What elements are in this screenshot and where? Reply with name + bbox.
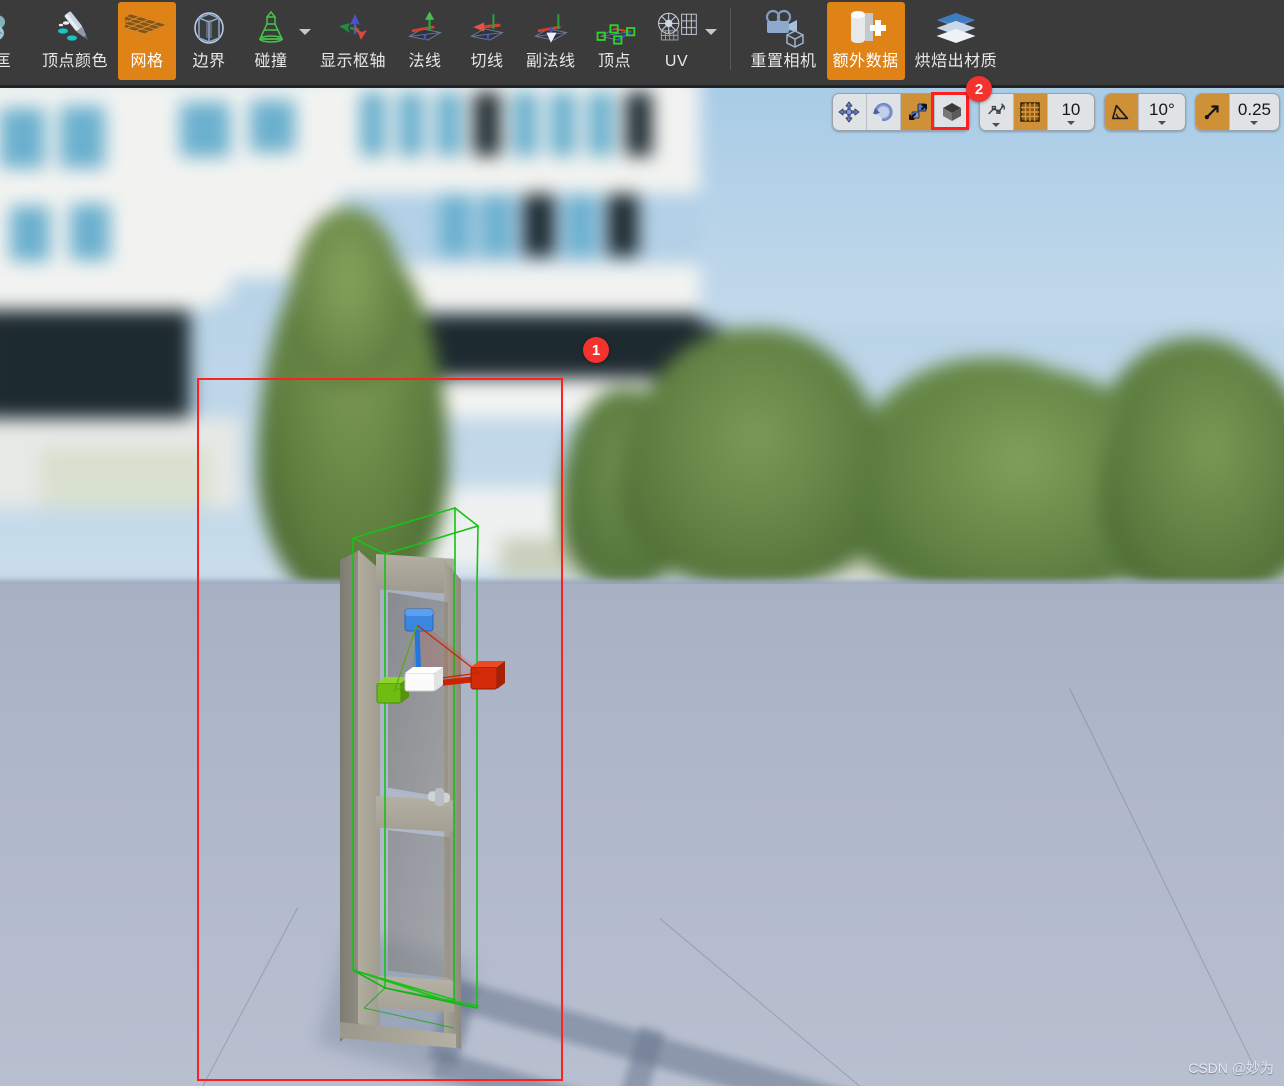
- toolbar-item-label: 显示枢轴: [320, 53, 387, 70]
- toolbar-item-label: 边界: [192, 53, 226, 70]
- toolbar-group-display-flags: 匡 顶点颜色: [0, 0, 718, 82]
- vertex-color-icon: [52, 6, 98, 50]
- tangents-icon: [464, 6, 510, 50]
- scale-snap-value[interactable]: 0.25: [1230, 94, 1279, 130]
- toolbar-item-show-pivot[interactable]: 显示枢轴: [314, 2, 392, 80]
- binormals-icon: [528, 6, 574, 50]
- toolbar-item-label: 副法线: [526, 53, 576, 70]
- chevron-down-icon: [1250, 120, 1259, 125]
- toolbar-item-tangents[interactable]: 切线: [458, 2, 516, 80]
- toolbar-item-uv[interactable]: UV: [648, 2, 706, 80]
- viewport-toolbar: 10 10° 0.25: [831, 93, 1280, 131]
- grid-snap-toggle-button[interactable]: [1013, 94, 1048, 130]
- scale-tool-button[interactable]: [900, 94, 935, 130]
- toolbar-item-grid[interactable]: 网格: [118, 2, 177, 80]
- toolbar-item-extra-data[interactable]: 额外数据: [826, 2, 905, 80]
- scale-snap-group: 0.25: [1194, 93, 1280, 131]
- toolbar-item-label: 匡: [0, 52, 11, 72]
- toolbar-item-bounds[interactable]: 边界: [180, 2, 238, 80]
- toolbar-item-label: 法线: [408, 53, 442, 70]
- toolbar-item-wireframe[interactable]: 匡: [0, 2, 32, 80]
- toolbar-item-normals[interactable]: 法线: [396, 2, 454, 80]
- toolbar-divider: [729, 8, 731, 70]
- bake-materials-icon: [933, 6, 979, 50]
- toolbar-item-label: 顶点: [598, 53, 632, 70]
- extra-data-icon: [843, 6, 889, 50]
- wireframe-icon: [0, 6, 26, 50]
- selection-highlight-rect: [197, 378, 563, 1081]
- annotation-badge-1: 1: [583, 337, 609, 363]
- toolbar-item-reset-camera[interactable]: 重置相机: [745, 2, 823, 80]
- rotation-snap-group: 10°: [1103, 93, 1186, 131]
- ground-plane: [0, 584, 1284, 1086]
- mesh-editor-toolbar: 匡 顶点颜色: [0, 0, 1284, 88]
- toolbar-item-binormals[interactable]: 副法线: [520, 2, 582, 80]
- chevron-down-icon: [1157, 120, 1166, 125]
- grid-icon: [124, 6, 170, 50]
- translate-tool-button[interactable]: [833, 94, 867, 130]
- toolbar-item-label: 碰撞: [254, 53, 288, 70]
- collision-dropdown-caret[interactable]: [298, 0, 312, 78]
- camera-reset-icon: [761, 6, 807, 50]
- toolbar-item-label: 网格: [130, 53, 164, 70]
- vertices-icon: [592, 6, 638, 50]
- rotate-tool-button[interactable]: [867, 94, 901, 130]
- toolbar-item-label: 额外数据: [832, 53, 899, 70]
- scale-gizmo[interactable]: [375, 603, 505, 713]
- toolbar-item-label: 切线: [470, 53, 504, 70]
- toolbar-item-label: 顶点颜色: [42, 53, 109, 70]
- transform-tool-group: [831, 93, 970, 131]
- toolbar-item-vertex-color[interactable]: 顶点颜色: [36, 2, 114, 80]
- watermark: CSDN @妙为: [1188, 1060, 1274, 1076]
- rotation-snap-toggle-button[interactable]: [1104, 94, 1139, 130]
- pivot-icon: [330, 6, 376, 50]
- toolbar-item-vertices[interactable]: 顶点: [586, 2, 644, 80]
- toolbar-item-bake-materials[interactable]: 烘焙出材质: [909, 2, 1004, 80]
- annotation-badge-2: 2: [966, 76, 992, 102]
- toolbar-item-collision[interactable]: 碰撞: [242, 2, 300, 80]
- toolbar-item-label: 烘焙出材质: [914, 53, 998, 70]
- rotation-snap-value[interactable]: 10°: [1139, 94, 1185, 130]
- snap-settings-group: 10: [978, 93, 1095, 131]
- rotation-snap-value-text: 10°: [1149, 99, 1175, 119]
- toolbar-item-label: 重置相机: [750, 53, 817, 70]
- uv-icon: [654, 6, 700, 50]
- normals-icon: [402, 6, 448, 50]
- scale-snap-toggle-button[interactable]: [1195, 94, 1230, 130]
- toolbar-item-label: UV: [664, 53, 689, 70]
- grid-snap-value-text: 10: [1061, 99, 1081, 119]
- uv-dropdown-caret[interactable]: [704, 0, 718, 78]
- scale-snap-value-text: 0.25: [1237, 99, 1271, 119]
- background-environment: [0, 88, 1284, 628]
- chevron-down-icon: [992, 123, 1001, 127]
- chevron-down-icon: [1066, 120, 1075, 125]
- bounds-icon: [186, 6, 232, 50]
- coordinate-space-button[interactable]: [935, 94, 969, 130]
- mesh-preview-viewport[interactable]: 10 10° 0.25 CSDN @妙为: [0, 88, 1284, 1086]
- toolbar-group-tools: 重置相机 额外数据 烘焙出材质: [743, 0, 1006, 82]
- grid-snap-value[interactable]: 10: [1048, 94, 1094, 130]
- collision-icon: [248, 6, 294, 50]
